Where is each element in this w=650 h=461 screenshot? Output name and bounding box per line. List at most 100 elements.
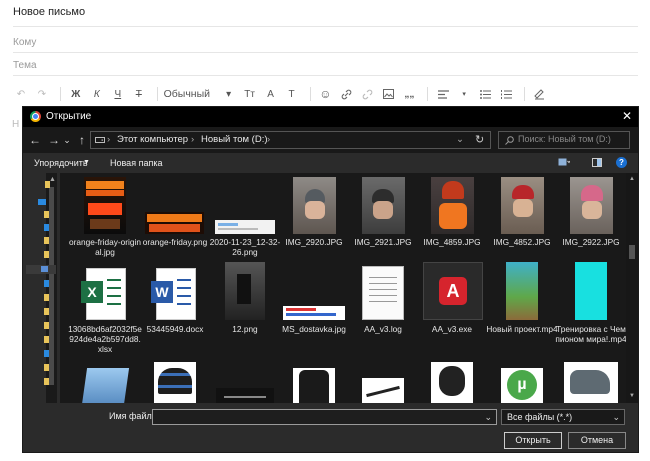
excel-icon: X <box>81 268 126 320</box>
file-name: IMG_2920.JPG <box>285 237 343 247</box>
desktop-icon[interactable] <box>38 199 46 205</box>
folder-icon[interactable] <box>44 237 49 244</box>
back-button[interactable]: ← <box>27 132 43 148</box>
breadcrumb-drive[interactable]: Новый том (D:) <box>201 134 268 145</box>
file-name: orange-friday-original.jpg <box>69 237 141 257</box>
bullet-list-icon[interactable] <box>476 85 494 103</box>
image-icon[interactable] <box>379 85 397 103</box>
file-name: 13068bd6af2032f5e924de4a2b597dd8.xlsx <box>68 324 142 354</box>
recent-locations-button[interactable]: ⌄ <box>62 132 72 148</box>
file-thumbnail <box>501 177 544 234</box>
folder-icon[interactable] <box>44 336 49 343</box>
bold-button[interactable]: Ж <box>67 85 85 103</box>
drive-icon[interactable] <box>44 280 49 287</box>
file-name: MS_dostavka.jpg <box>282 324 346 334</box>
scroll-up-icon[interactable]: ▲ <box>49 176 56 183</box>
search-placeholder: Поиск: Новый том (D:) <box>518 134 611 144</box>
filetype-select[interactable]: Все файлы (*.*) ⌄ <box>501 409 625 425</box>
folder-icon[interactable] <box>44 251 49 258</box>
file-thumbnail <box>84 177 126 234</box>
navigation-pane-scrollbar[interactable]: ▲ <box>46 173 57 406</box>
chevron-down-icon[interactable]: ⌄ <box>484 412 492 423</box>
app-icon: A <box>423 262 483 320</box>
file-name: AA_v3.log <box>364 324 402 334</box>
open-button[interactable]: Открыть <box>504 432 562 449</box>
file-name: 2020-11-23_12-32-26.png <box>209 237 281 257</box>
filename-input[interactable]: ⌄ <box>152 409 497 425</box>
close-icon[interactable]: ✕ <box>620 109 634 124</box>
file-thumbnail <box>145 212 204 234</box>
organize-button[interactable]: Упорядочить <box>34 158 88 168</box>
breadcrumb-separator-icon: › <box>267 134 271 145</box>
file-list: orange-friday-original.jpg orange-friday… <box>60 173 626 403</box>
clear-format-icon[interactable] <box>531 85 549 103</box>
style-select[interactable]: Обычный <box>164 85 217 103</box>
folder-icon[interactable] <box>44 308 49 315</box>
font-size-button[interactable]: Тт <box>241 85 259 103</box>
scrollbar-thumb[interactable] <box>629 245 635 259</box>
up-button[interactable]: ↑ <box>74 132 90 148</box>
unlink-icon[interactable] <box>358 85 376 103</box>
folder-icon[interactable] <box>44 378 49 385</box>
search-icon <box>505 136 514 145</box>
command-bar: Упорядочить ▼ Новая папка ? <box>23 153 638 173</box>
link-icon[interactable] <box>337 85 355 103</box>
format-toolbar: ↶ ↷ Ж К Ч Т Обычный ▾ Тт A T ☺ „„ ▾ <box>12 84 552 104</box>
file-name: IMG_4859.JPG <box>423 237 481 247</box>
numbered-list-icon[interactable] <box>497 85 515 103</box>
drive-icon[interactable] <box>44 350 49 357</box>
file-thumbnail <box>293 177 336 234</box>
file-name: IMG_2922.JPG <box>562 237 620 247</box>
quote-button[interactable]: „„ <box>400 85 418 103</box>
breadcrumb-computer[interactable]: Этот компьютер <box>117 134 188 145</box>
help-icon[interactable]: ? <box>616 157 627 168</box>
breadcrumb-separator-icon: › <box>107 134 111 145</box>
subject-field[interactable]: Тема <box>13 60 37 71</box>
to-field[interactable]: Кому <box>13 37 36 48</box>
scrollbar-thumb[interactable] <box>49 187 54 385</box>
file-thumbnail <box>431 362 473 403</box>
view-icon[interactable] <box>558 158 570 167</box>
folder-icon[interactable] <box>44 211 49 218</box>
new-folder-button[interactable]: Новая папка <box>110 158 162 168</box>
file-thumbnail <box>564 362 618 403</box>
underline-button[interactable]: Ч <box>109 85 127 103</box>
folder-icon[interactable] <box>44 364 49 371</box>
download-icon[interactable] <box>44 224 49 231</box>
scroll-down-icon[interactable]: ▼ <box>629 393 635 399</box>
forward-button[interactable]: → <box>46 132 62 148</box>
redo-button[interactable]: ↷ <box>33 85 51 103</box>
file-list-scrollbar[interactable]: ▲ ▼ <box>626 173 638 403</box>
chevron-down-icon: ▼ <box>83 159 90 166</box>
bg-color-button[interactable]: T <box>283 85 301 103</box>
undo-button[interactable]: ↶ <box>12 85 30 103</box>
italic-button[interactable]: К <box>88 85 106 103</box>
video-thumbnail <box>575 262 607 320</box>
file-thumbnail <box>154 362 196 403</box>
divider <box>524 87 525 101</box>
preview-pane-icon[interactable] <box>592 158 602 167</box>
divider <box>427 87 429 101</box>
chevron-down-icon[interactable]: ⌄ <box>456 134 464 145</box>
search-box[interactable]: Поиск: Новый том (D:) <box>498 131 630 149</box>
cancel-button[interactable]: Отмена <box>568 432 626 449</box>
body-hint: Н <box>12 119 20 130</box>
text-file-icon <box>362 266 404 320</box>
emoji-button[interactable]: ☺ <box>316 85 334 103</box>
file-name: Новый проект.mp4 <box>486 324 558 334</box>
file-thumbnail <box>283 306 345 320</box>
breadcrumb-separator-icon: › <box>191 134 195 145</box>
folder-icon[interactable] <box>45 181 50 188</box>
address-bar[interactable]: › Этот компьютер › Новый том (D:) › ⌄ ↻ <box>90 131 491 149</box>
video-thumbnail <box>506 262 538 320</box>
strikethrough-button[interactable]: Т <box>130 85 148 103</box>
scroll-up-icon[interactable]: ▲ <box>629 176 635 182</box>
text-color-button[interactable]: A <box>262 85 280 103</box>
refresh-button[interactable]: ↻ <box>475 133 484 146</box>
folder-icon[interactable] <box>44 294 49 301</box>
chrome-logo-icon <box>30 111 41 122</box>
compose-title: Новое письмо <box>13 6 86 18</box>
folder-icon[interactable] <box>44 322 49 329</box>
align-icon[interactable] <box>434 85 452 103</box>
file-name: Тренировка с Чемпионом мира!.mp4 <box>555 324 626 344</box>
